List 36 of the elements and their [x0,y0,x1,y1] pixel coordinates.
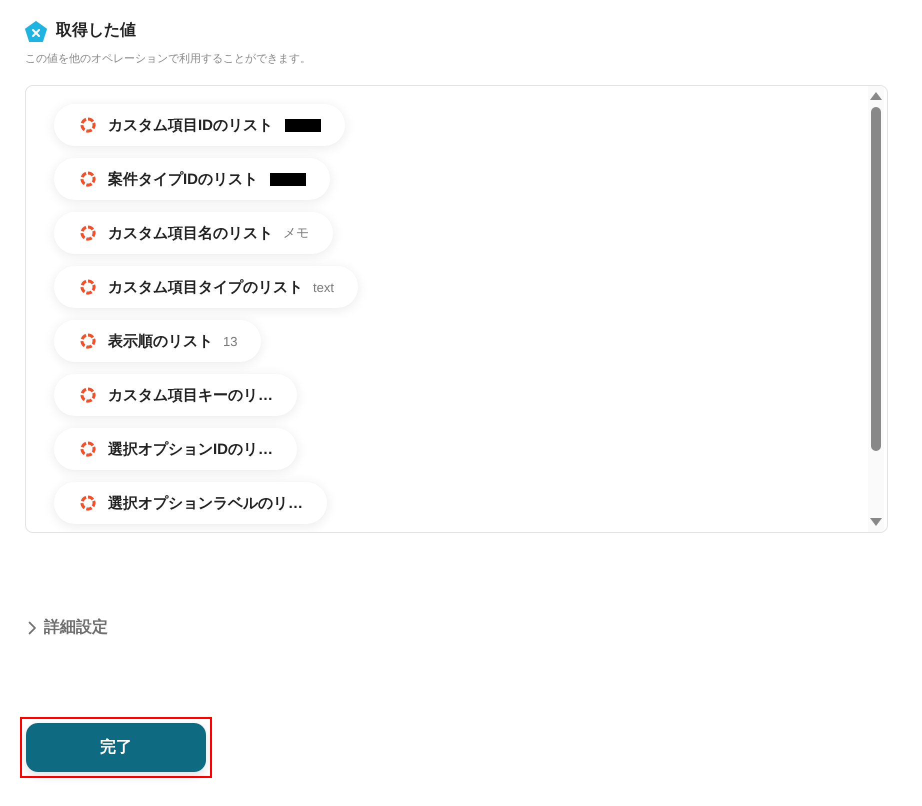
value-chip[interactable]: 選択オプションIDのリ… [54,428,297,470]
value-chip[interactable]: カスタム項目タイプのリスト text [54,266,358,308]
ring-icon [80,225,96,241]
value-chip[interactable]: 選択オプションラベルのリ… [54,482,327,524]
value-chip[interactable]: カスタム項目IDのリスト [54,104,345,146]
chip-value: メモ [283,224,309,242]
chip-label: 選択オプションIDのリ… [108,440,273,458]
chip-label: 案件タイプIDのリスト [108,170,258,188]
value-chip[interactable]: 表示順のリスト 13 [54,320,262,362]
done-button[interactable]: 完了 [26,723,206,772]
value-chip[interactable]: 案件タイプIDのリスト [54,158,330,200]
chip-label: 選択オプションラベルのリ… [108,494,303,512]
value-chip[interactable]: カスタム項目名のリスト メモ [54,212,333,254]
scroll-up-icon[interactable] [870,92,882,100]
ring-icon [80,279,96,295]
ring-icon [80,333,96,349]
details-toggle[interactable]: 詳細設定 [25,617,108,638]
chip-label: カスタム項目タイプのリスト [108,278,303,296]
chip-label: 表示順のリスト [108,332,213,350]
chip-label: カスタム項目キーのリ… [108,386,273,404]
pentagon-icon [25,20,47,42]
value-chip[interactable]: カスタム項目キーのリ… [54,374,297,416]
scroll-down-icon[interactable] [870,518,882,526]
chip-value: 13 [223,334,238,348]
ring-icon [80,117,96,133]
ring-icon [80,171,96,187]
chip-label: カスタム項目IDのリスト [108,116,273,134]
scrollbar-thumb[interactable] [871,107,881,451]
scrollbar[interactable] [868,86,884,532]
section-title: 取得した値 [56,20,136,41]
section-description: この値を他のオペレーションで利用することができます。 [25,52,312,67]
chip-value: text [313,280,334,294]
ring-icon [80,495,96,511]
chip-label: カスタム項目名のリスト [108,224,273,242]
ring-icon [80,387,96,403]
ring-icon [80,441,96,457]
